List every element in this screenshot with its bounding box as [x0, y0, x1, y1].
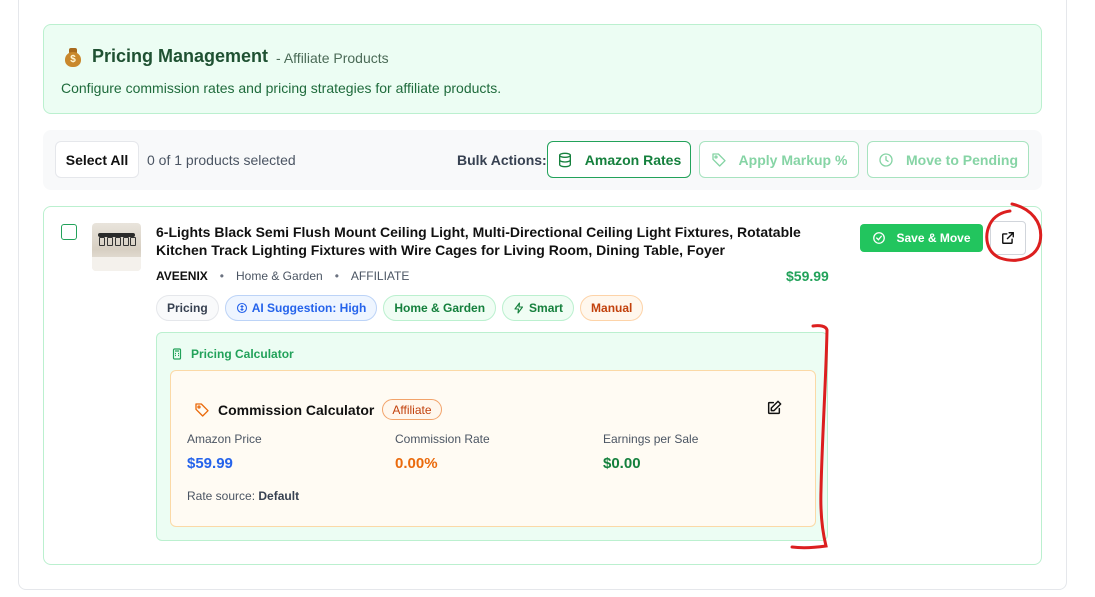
earnings-label: Earnings per Sale — [603, 432, 699, 446]
page-title: Pricing Management — [92, 46, 269, 66]
pricing-header-card: $ Pricing Management - Affiliate Product… — [43, 24, 1042, 114]
meta-separator: • — [219, 269, 224, 283]
page-subtitle: - Affiliate Products — [276, 49, 389, 66]
amazon-rates-label: Amazon Rates — [584, 151, 682, 168]
tag-smart: Smart — [502, 295, 575, 321]
calculator-icon — [172, 348, 182, 360]
save-and-move-label: Save & Move — [896, 231, 971, 245]
product-card: 6-Lights Black Semi Flush Mount Ceiling … — [43, 206, 1042, 565]
rate-source: Rate source: Default — [187, 489, 299, 503]
page-description: Configure commission rates and pricing s… — [61, 80, 502, 96]
database-icon — [558, 152, 571, 167]
commission-calculator-title: Commission Calculator — [218, 401, 375, 418]
clock-icon — [879, 152, 893, 167]
edit-commission-button[interactable] — [766, 400, 782, 421]
lightning-icon — [514, 302, 524, 314]
header-title-row: $ Pricing Management - Affiliate Product… — [64, 46, 389, 67]
check-circle-icon — [873, 232, 886, 244]
earnings-column: Earnings per Sale $0.00 — [603, 432, 698, 472]
amazon-price-label: Amazon Price — [187, 432, 262, 446]
rate-source-label: Rate source: — [187, 489, 256, 503]
pricing-calculator-label: Pricing Calculator — [191, 347, 294, 361]
product-price: $59.99 — [786, 268, 829, 284]
product-type: AFFILIATE — [350, 269, 410, 283]
save-and-move-button[interactable]: Save & Move — [860, 224, 983, 252]
money-bag-icon: $ — [64, 47, 82, 67]
apply-markup-button[interactable]: Apply Markup % — [699, 141, 859, 178]
tag-ai-label: AI Suggestion: High — [251, 301, 367, 315]
open-external-button[interactable] — [990, 221, 1026, 255]
rate-source-value: Default — [258, 489, 300, 503]
commission-rate-value: 0.00% — [395, 455, 438, 472]
commission-header: Commission Calculator Affiliate — [194, 399, 442, 420]
edit-icon — [767, 400, 782, 415]
select-all-button[interactable]: Select All — [55, 141, 139, 178]
commission-calculator-card: Commission Calculator Affiliate Amazon P… — [170, 370, 816, 527]
pricing-calculator-panel: Pricing Calculator Commission Calculator… — [156, 332, 828, 541]
tag-icon — [195, 402, 209, 417]
external-link-icon — [1002, 232, 1014, 244]
earnings-value: $0.00 — [603, 455, 641, 472]
apply-markup-label: Apply Markup % — [738, 151, 848, 168]
ai-chip-icon — [236, 302, 247, 314]
product-brand: AVEENIX — [156, 269, 208, 283]
product-checkbox[interactable] — [61, 224, 77, 240]
affiliate-badge: Affiliate — [382, 399, 442, 420]
tag-icon — [711, 152, 726, 167]
bulk-toolbar: Select All 0 of 1 products selected Bulk… — [43, 130, 1042, 190]
tag-smart-label: Smart — [529, 301, 564, 315]
product-tags: Pricing AI Suggestion: High Home & Garde… — [156, 295, 649, 321]
commission-rate-column: Commission Rate 0.00% — [395, 432, 490, 472]
tag-ai-suggestion: AI Suggestion: High — [224, 295, 378, 321]
meta-separator: • — [334, 269, 339, 283]
pricing-calculator-title: Pricing Calculator — [171, 347, 294, 361]
tag-pricing: Pricing — [156, 295, 219, 321]
product-title: 6-Lights Black Semi Flush Mount Ceiling … — [156, 224, 801, 258]
amazon-rates-button[interactable]: Amazon Rates — [547, 141, 691, 178]
amazon-price-value: $59.99 — [187, 455, 233, 472]
commission-rate-label: Commission Rate — [395, 432, 490, 446]
selection-count: 0 of 1 products selected — [147, 152, 296, 168]
bulk-actions-label: Bulk Actions: — [457, 152, 547, 168]
product-category: Home & Garden — [236, 269, 323, 283]
tag-manual: Manual — [580, 295, 644, 321]
amazon-price-column: Amazon Price $59.99 — [187, 432, 262, 472]
product-image — [92, 223, 141, 271]
move-to-pending-button[interactable]: Move to Pending — [867, 141, 1029, 178]
move-to-pending-label: Move to Pending — [906, 151, 1018, 168]
tag-category: Home & Garden — [383, 295, 497, 321]
product-meta: AVEENIX • Home & Garden • AFFILIATE — [156, 269, 409, 283]
